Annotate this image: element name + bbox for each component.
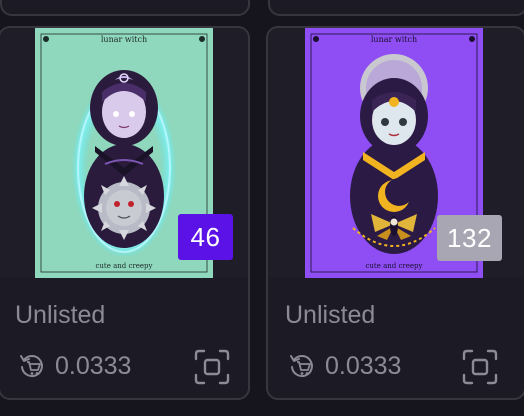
nft-card[interactable]: lunar witch: [266, 26, 524, 400]
card-media[interactable]: lunar witch: [0, 28, 248, 278]
art-caption: cute and creepy: [96, 262, 153, 270]
listing-status: Unlisted: [15, 301, 106, 329]
price-value: 0.0333: [325, 351, 402, 380]
scan-frame-icon: [194, 349, 230, 385]
nft-card[interactable]: lunar witch: [0, 26, 250, 400]
edition-count-badge: 132: [437, 215, 502, 261]
art-caption: cute and creepy: [366, 262, 423, 270]
cart-return-icon: [20, 355, 43, 378]
previous-row-card-right[interactable]: [268, 0, 524, 16]
scan-button[interactable]: [193, 348, 231, 386]
collection-grid: lunar witch cute and creepy 46 Unlisted …: [0, 0, 524, 416]
art-title: lunar witch: [371, 35, 417, 44]
price-row: 0.0333: [287, 348, 401, 384]
price-value: 0.0333: [55, 351, 132, 380]
scan-button[interactable]: [461, 348, 499, 386]
cart-return-icon: [290, 355, 313, 378]
previous-row-card-left[interactable]: [0, 0, 250, 16]
price-row: 0.0333: [17, 348, 131, 384]
art-title: lunar witch: [101, 35, 147, 44]
listing-status: Unlisted: [285, 301, 376, 329]
scan-frame-icon: [462, 349, 498, 385]
edition-count-badge: 46: [178, 214, 233, 260]
card-media[interactable]: lunar witch: [268, 28, 524, 278]
